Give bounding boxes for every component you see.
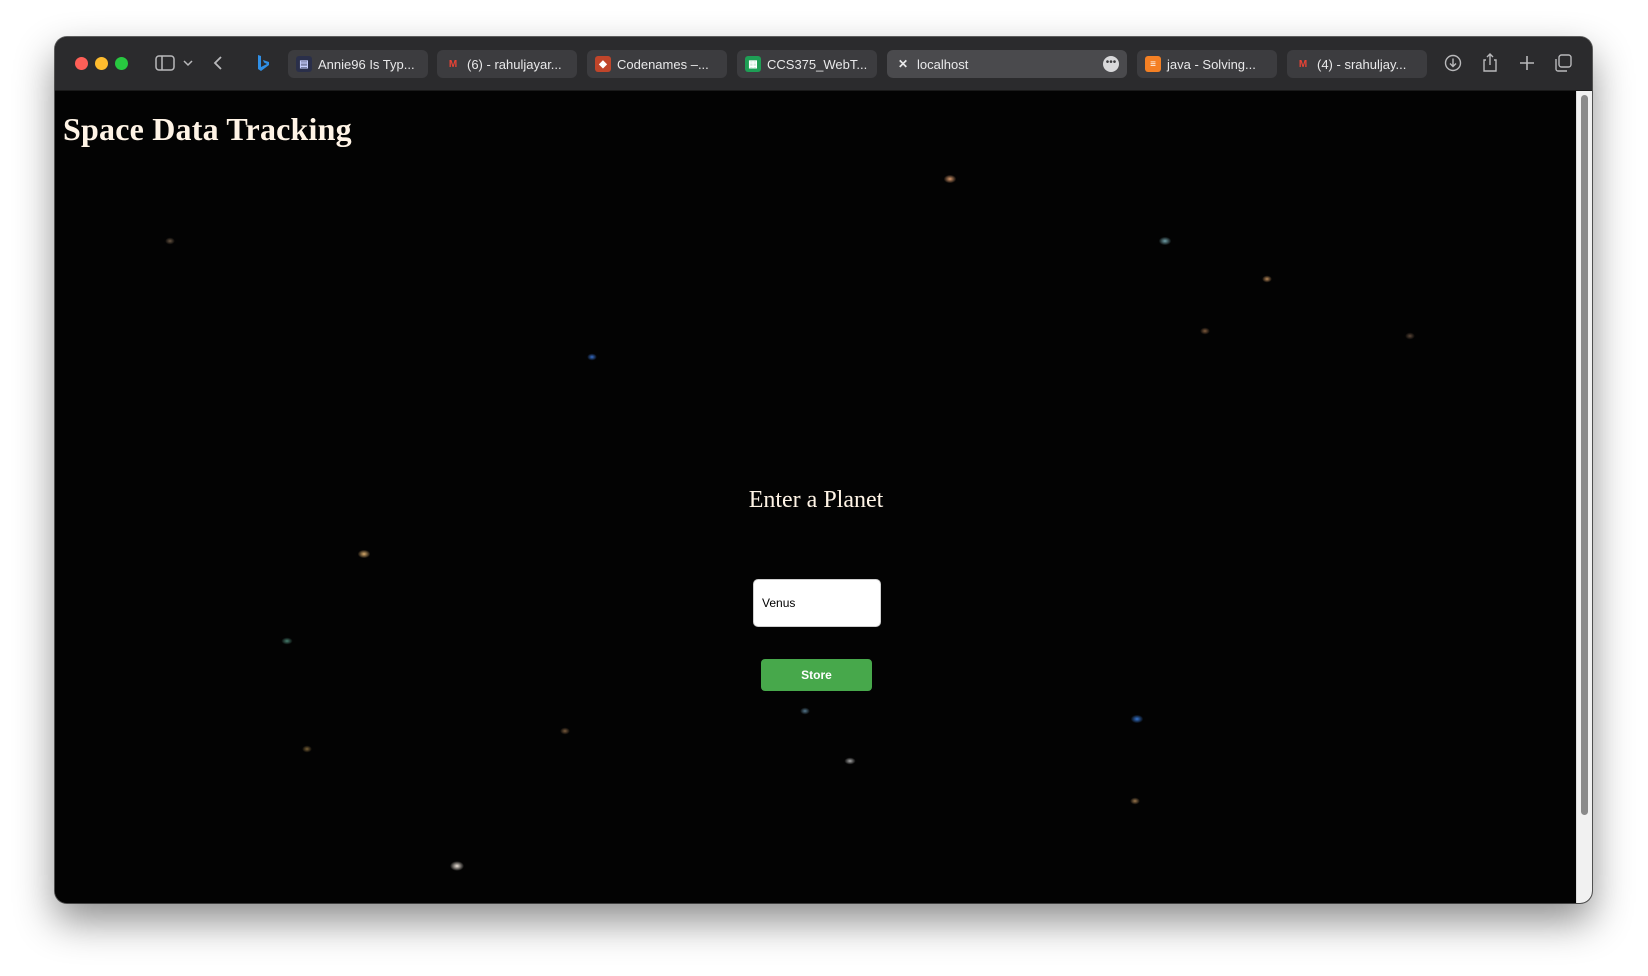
tab-java-solving[interactable]: ≡ java - Solving...	[1137, 50, 1277, 78]
tab-label: localhost	[917, 56, 969, 72]
scrollbar[interactable]	[1576, 91, 1592, 903]
browser-window: ▤ Annie96 Is Typ... M (6) - rahuljayar..…	[55, 37, 1592, 903]
back-arrow-icon[interactable]	[209, 50, 227, 76]
bing-icon[interactable]	[255, 50, 271, 76]
tab-ccs375[interactable]: ▦ CCS375_WebT...	[737, 50, 877, 78]
codenames-icon: ◆	[595, 56, 611, 72]
form-heading: Enter a Planet	[748, 487, 884, 513]
minimize-window-button[interactable]	[95, 57, 108, 70]
gmail-icon: M	[1298, 58, 1308, 70]
document-icon: ▤	[296, 56, 312, 72]
tab-label: (4) - srahuljay...	[1317, 56, 1407, 72]
store-button[interactable]: Store	[761, 659, 872, 691]
tab-label: (6) - rahuljayar...	[467, 56, 562, 72]
more-options-icon[interactable]: •••	[1103, 56, 1119, 72]
scrollbar-thumb[interactable]	[1581, 95, 1588, 815]
new-tab-icon[interactable]	[1516, 50, 1538, 76]
sheets-icon: ▦	[745, 56, 761, 72]
gmail-icon: M	[448, 58, 458, 70]
tab-overview-icon[interactable]	[1552, 50, 1574, 76]
tab-label: java - Solving...	[1167, 56, 1256, 72]
tab-gmail-srahul[interactable]: M (4) - srahuljay...	[1287, 50, 1427, 78]
sidebar-icon[interactable]	[153, 50, 177, 76]
tab-gmail-rahul[interactable]: M (6) - rahuljayar...	[437, 50, 577, 78]
share-icon[interactable]	[1479, 50, 1501, 76]
tab-localhost[interactable]: ✕ localhost •••	[887, 50, 1127, 78]
tab-codenames[interactable]: ◆ Codenames –...	[587, 50, 727, 78]
close-window-button[interactable]	[75, 57, 88, 70]
page-title: Space Data Tracking	[63, 111, 352, 147]
tab-label: Codenames –...	[617, 56, 709, 72]
close-icon[interactable]: ✕	[895, 56, 911, 72]
browser-toolbar: ▤ Annie96 Is Typ... M (6) - rahuljayar..…	[55, 37, 1592, 91]
page-content: Space Data Tracking Enter a Planet Store	[55, 91, 1592, 903]
planet-input[interactable]	[753, 579, 881, 627]
chevron-down-icon[interactable]	[181, 50, 195, 76]
tab-label: CCS375_WebT...	[767, 56, 868, 72]
stackoverflow-icon: ≡	[1145, 56, 1161, 72]
tab-annie96[interactable]: ▤ Annie96 Is Typ...	[288, 50, 428, 78]
zoom-window-button[interactable]	[115, 57, 128, 70]
tab-label: Annie96 Is Typ...	[318, 56, 415, 72]
download-icon[interactable]	[1442, 50, 1464, 76]
